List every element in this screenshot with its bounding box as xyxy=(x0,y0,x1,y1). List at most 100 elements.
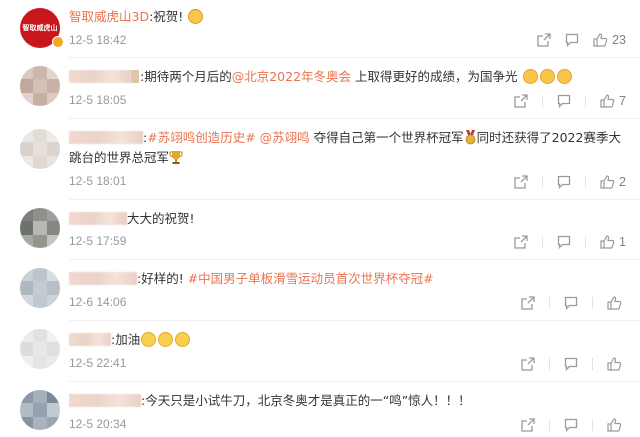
hashtag-link[interactable]: #苏翊鸣创造历史# xyxy=(147,130,255,145)
comment-button[interactable] xyxy=(557,175,571,189)
author-name-blurred[interactable] xyxy=(69,394,141,407)
thumbs-up-emoji-icon xyxy=(556,69,572,84)
comment-actions xyxy=(507,355,626,373)
comment-text: :好样的! #中国男子单板滑雪运动员首次世界杯夺冠# xyxy=(69,269,626,289)
cheering-emoji-icon xyxy=(158,332,174,347)
comment-button[interactable] xyxy=(564,357,578,371)
avatar[interactable] xyxy=(20,390,60,430)
share-button[interactable] xyxy=(537,33,551,47)
hashtag-link[interactable]: #中国男子单板滑雪运动员首次世界杯夺冠# xyxy=(188,271,434,286)
comment-body: :好样的! xyxy=(137,271,188,286)
share-button[interactable] xyxy=(521,357,535,371)
like-count: 23 xyxy=(612,33,626,47)
comment-button[interactable] xyxy=(557,94,571,108)
comment-body: :祝贺! xyxy=(149,9,184,24)
share-button[interactable] xyxy=(521,296,535,310)
comment-icon xyxy=(564,357,578,371)
comment-actions: 7 xyxy=(500,92,626,110)
comment-icon xyxy=(557,235,571,249)
thumbs-up-emoji-icon xyxy=(522,69,538,84)
share-button[interactable] xyxy=(521,418,535,432)
like-button[interactable] xyxy=(607,357,626,371)
divider xyxy=(69,57,640,58)
separator xyxy=(592,419,593,431)
comment-text: 大大的祝贺! xyxy=(69,209,626,229)
comment-body: :期待两个月后的 xyxy=(140,69,232,84)
author-name-blurred[interactable] xyxy=(69,272,137,285)
comment-body: :今天只是小试牛刀，北京冬奥才是真正的一“鸣”惊人！！！ xyxy=(141,393,471,408)
thumbs-up-icon xyxy=(607,418,622,432)
avatar[interactable] xyxy=(20,268,60,308)
share-icon xyxy=(537,33,551,47)
separator xyxy=(592,297,593,309)
comment-button[interactable] xyxy=(564,296,578,310)
like-button[interactable]: 7 xyxy=(600,94,626,108)
share-button[interactable] xyxy=(514,235,528,249)
divider xyxy=(69,320,640,321)
share-icon xyxy=(514,94,528,108)
comment-icon xyxy=(564,418,578,432)
timestamp: 12-5 22:41 xyxy=(69,356,127,370)
share-icon xyxy=(521,418,535,432)
comment-body: :加油 xyxy=(111,332,141,347)
comment-body-cont: 夺得自己第一个世界杯冠军 xyxy=(309,130,464,145)
author-name-blurred[interactable] xyxy=(69,131,143,144)
avatar[interactable] xyxy=(20,208,60,248)
separator xyxy=(549,419,550,431)
comment-icon xyxy=(557,175,571,189)
comment-actions xyxy=(507,416,626,434)
separator xyxy=(549,297,550,309)
timestamp: 12-5 20:34 xyxy=(69,417,127,431)
like-button[interactable] xyxy=(607,418,626,432)
divider xyxy=(69,381,640,382)
cheering-emoji-icon xyxy=(141,332,157,347)
comment-actions: 1 xyxy=(500,233,626,251)
author-name-blurred[interactable] xyxy=(69,333,111,346)
share-button[interactable] xyxy=(514,94,528,108)
avatar[interactable] xyxy=(20,66,60,106)
comment-button[interactable] xyxy=(557,235,571,249)
like-count: 7 xyxy=(619,94,626,108)
separator xyxy=(585,236,587,248)
share-button[interactable] xyxy=(514,175,528,189)
comment-feed: 智取威虎山 智取威虎山3D:祝贺! 12-5 18:42 23 :期待两个月后的… xyxy=(0,0,640,437)
timestamp: 12-5 18:42 xyxy=(69,33,127,47)
like-button[interactable] xyxy=(607,296,626,310)
mention-link[interactable]: @北京2022年冬奥会 xyxy=(232,69,351,84)
clap-emoji-icon xyxy=(188,9,204,24)
author-name[interactable]: 智取威虎山3D xyxy=(69,9,149,24)
comment-text: :期待两个月后的@北京2022年冬奥会 上取得更好的成绩，为国争光 xyxy=(69,67,626,87)
comment-button[interactable] xyxy=(565,33,579,47)
trophy-emoji-icon xyxy=(169,151,183,164)
divider xyxy=(69,199,640,200)
thumbs-up-icon xyxy=(607,357,622,371)
separator xyxy=(592,358,593,370)
like-button[interactable]: 23 xyxy=(593,33,626,47)
thumbs-up-emoji-icon xyxy=(539,69,555,84)
mention-link[interactable]: @苏翊鸣 xyxy=(256,130,310,145)
comment-button[interactable] xyxy=(564,418,578,432)
thumbs-up-icon xyxy=(593,33,608,47)
comment-body-cont: 上取得更好的成绩，为国争光 xyxy=(351,69,518,84)
like-button[interactable]: 2 xyxy=(600,175,626,189)
like-button[interactable]: 1 xyxy=(600,235,626,249)
separator xyxy=(542,95,544,107)
share-icon xyxy=(514,175,528,189)
divider xyxy=(69,259,640,260)
separator xyxy=(585,95,587,107)
medal-emoji-icon xyxy=(465,130,476,145)
verified-badge-icon xyxy=(52,36,64,48)
author-name-blurred[interactable] xyxy=(69,70,131,83)
thumbs-up-icon xyxy=(600,235,615,249)
cheering-emoji-icon xyxy=(175,332,191,347)
share-icon xyxy=(514,235,528,249)
author-name-blurred[interactable] xyxy=(69,212,127,225)
thumbs-up-icon xyxy=(607,296,622,310)
avatar[interactable] xyxy=(20,329,60,369)
avatar[interactable] xyxy=(20,129,60,169)
divider xyxy=(69,118,640,119)
thumbs-up-icon xyxy=(600,94,615,108)
separator xyxy=(542,176,544,188)
separator xyxy=(585,176,587,188)
share-icon xyxy=(521,296,535,310)
